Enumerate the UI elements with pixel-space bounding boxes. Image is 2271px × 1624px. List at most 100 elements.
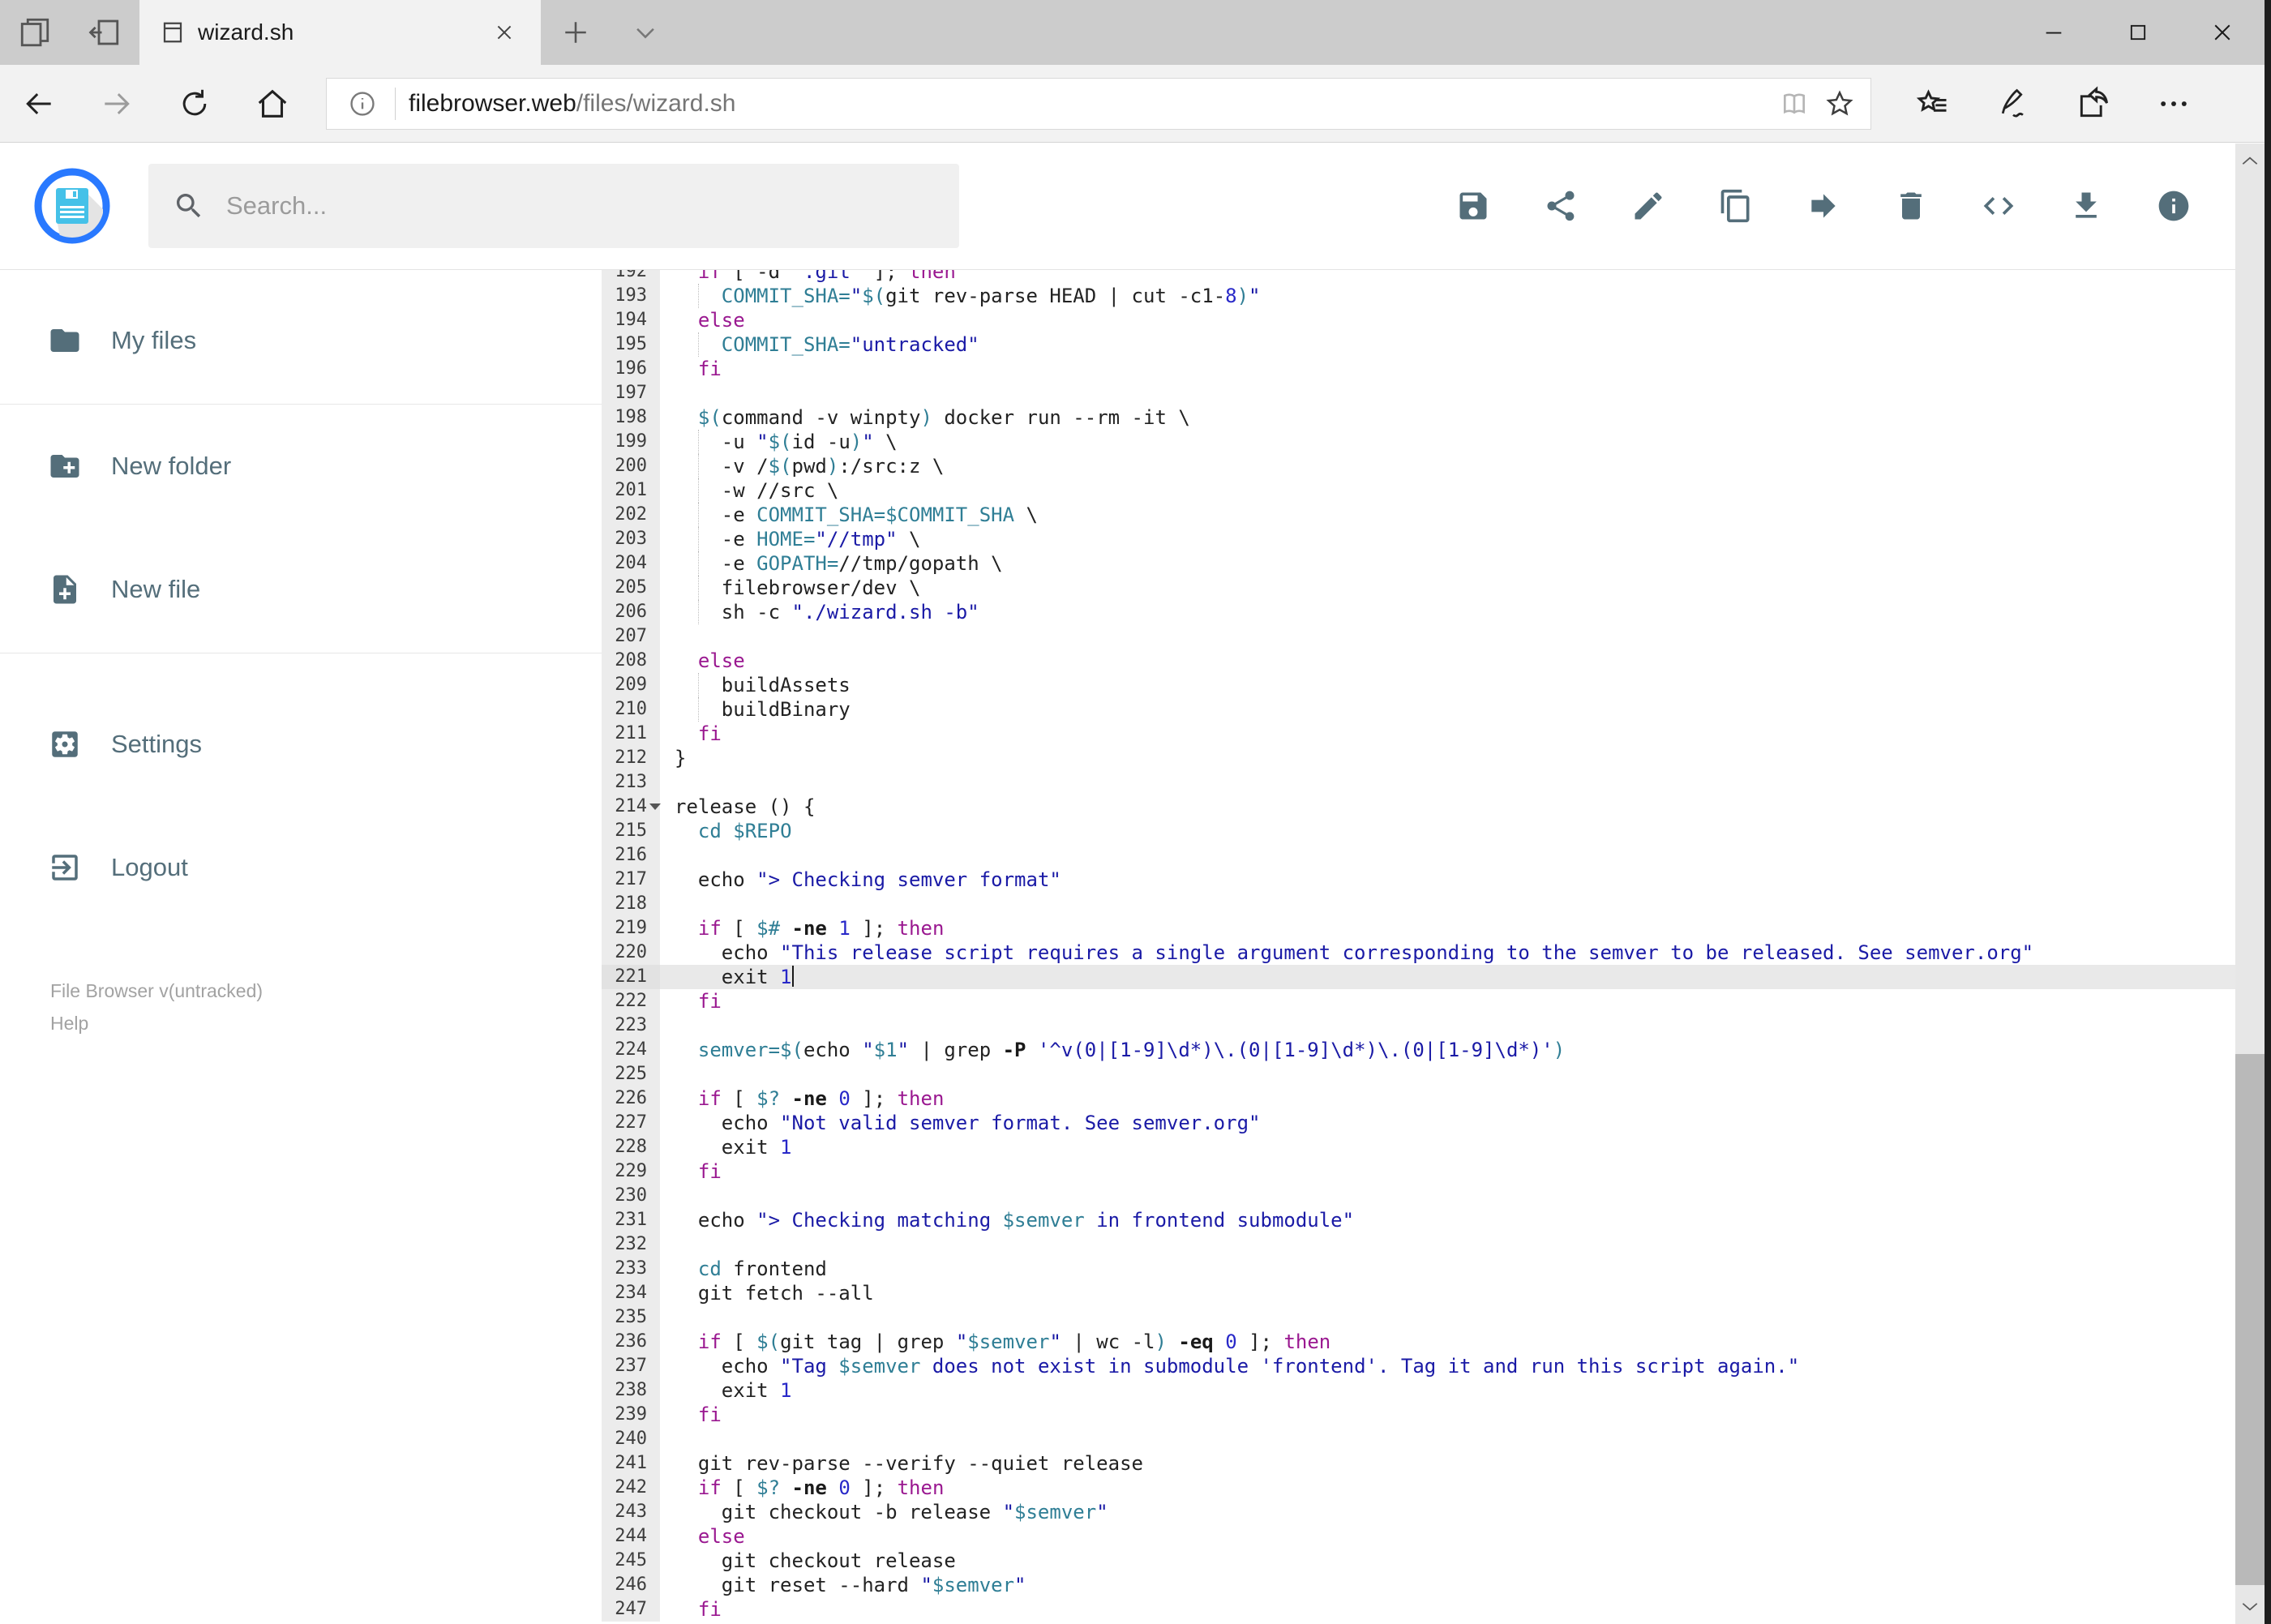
download-button[interactable] bbox=[2068, 188, 2104, 224]
code-line[interactable]: 221 exit 1 bbox=[602, 965, 2265, 989]
share-button[interactable] bbox=[1543, 188, 1579, 224]
code-line[interactable]: 215 cd $REPO bbox=[602, 819, 2265, 843]
page-scrollbar[interactable] bbox=[2235, 144, 2265, 1624]
scrollbar-thumb[interactable] bbox=[2235, 1054, 2265, 1585]
code-line[interactable]: 226 if [ $? -ne 0 ]; then bbox=[602, 1086, 2265, 1111]
code-line[interactable]: 207 bbox=[602, 624, 2265, 649]
code-line[interactable]: 217 echo "> Checking semver format" bbox=[602, 868, 2265, 892]
scroll-up-icon[interactable] bbox=[2235, 145, 2265, 178]
code-line[interactable]: 225 bbox=[602, 1062, 2265, 1086]
code-line[interactable]: 232 bbox=[602, 1232, 2265, 1257]
code-view-button[interactable] bbox=[1981, 188, 2016, 224]
code-line[interactable]: 204 -e GOPATH=//tmp/gopath \ bbox=[602, 551, 2265, 576]
annotate-pen-icon[interactable] bbox=[1973, 65, 2053, 143]
new-tab-icon[interactable] bbox=[541, 0, 611, 65]
hub-favorites-icon[interactable] bbox=[1892, 65, 1973, 143]
code-line[interactable]: 214 release () { bbox=[602, 795, 2265, 819]
code-line[interactable]: 192 if [ -d ".git" ]; then bbox=[602, 270, 2265, 284]
sidebar-item-new-file[interactable]: New file bbox=[0, 560, 602, 619]
maximize-icon[interactable] bbox=[2096, 0, 2180, 65]
code-line[interactable]: 198 $(command -v winpty) docker run --rm… bbox=[602, 405, 2265, 430]
tab-preview-icon[interactable] bbox=[0, 0, 70, 65]
code-line[interactable]: 239 fi bbox=[602, 1403, 2265, 1427]
code-line[interactable]: 230 bbox=[602, 1184, 2265, 1208]
code-line[interactable]: 203 -e HOME="//tmp" \ bbox=[602, 527, 2265, 551]
code-line[interactable]: 237 echo "Tag $semver does not exist in … bbox=[602, 1354, 2265, 1378]
reading-view-icon[interactable] bbox=[1772, 88, 1817, 120]
close-window-icon[interactable] bbox=[2180, 0, 2265, 65]
code-line[interactable]: 210 buildBinary bbox=[602, 697, 2265, 722]
code-line[interactable]: 246 git reset --hard "$semver" bbox=[602, 1573, 2265, 1597]
code-line[interactable]: 243 git checkout -b release "$semver" bbox=[602, 1500, 2265, 1524]
code-line[interactable]: 197 bbox=[602, 381, 2265, 405]
page-info-icon[interactable] bbox=[340, 88, 385, 119]
code-line[interactable]: 196 fi bbox=[602, 357, 2265, 381]
code-line[interactable]: 234 git fetch --all bbox=[602, 1281, 2265, 1305]
sidebar-item-new-folder[interactable]: New folder bbox=[0, 437, 602, 495]
code-line[interactable]: 244 else bbox=[602, 1524, 2265, 1549]
code-line[interactable]: 224 semver=$(echo "$1" | grep -P '^v(0|[… bbox=[602, 1038, 2265, 1062]
delete-button[interactable] bbox=[1893, 188, 1929, 224]
code-line[interactable]: 233 cd frontend bbox=[602, 1257, 2265, 1281]
edit-button[interactable] bbox=[1630, 188, 1666, 224]
code-line[interactable]: 218 bbox=[602, 892, 2265, 916]
sidebar-item-logout[interactable]: Logout bbox=[0, 838, 602, 897]
move-button[interactable] bbox=[1806, 188, 1841, 224]
code-line[interactable]: 231 echo "> Checking matching $semver in… bbox=[602, 1208, 2265, 1232]
code-line[interactable]: 205 filebrowser/dev \ bbox=[602, 576, 2265, 600]
copy-button[interactable] bbox=[1718, 188, 1754, 224]
code-line[interactable]: 229 fi bbox=[602, 1159, 2265, 1184]
sidebar-item-my-files[interactable]: My files bbox=[0, 311, 602, 370]
code-line[interactable]: 238 exit 1 bbox=[602, 1378, 2265, 1403]
search-box[interactable] bbox=[148, 164, 959, 248]
favorite-star-icon[interactable] bbox=[1817, 88, 1862, 120]
code-editor[interactable]: 192 if [ -d ".git" ]; then 193 COMMIT_SHA… bbox=[602, 270, 2265, 1622]
refresh-icon[interactable] bbox=[156, 65, 234, 143]
code-line[interactable]: 223 bbox=[602, 1013, 2265, 1038]
code-line[interactable]: 212} bbox=[602, 746, 2265, 770]
save-button[interactable] bbox=[1455, 188, 1491, 224]
code-line[interactable]: 236 if [ $(git tag | grep "$semver" | wc… bbox=[602, 1330, 2265, 1354]
home-icon[interactable] bbox=[234, 65, 311, 143]
help-link[interactable]: Help bbox=[50, 1007, 602, 1039]
forward-icon[interactable] bbox=[78, 65, 156, 143]
code-line[interactable]: 194 else bbox=[602, 308, 2265, 332]
more-menu-icon[interactable] bbox=[2133, 65, 2213, 143]
code-line[interactable]: 200 -v /$(pwd):/src:z \ bbox=[602, 454, 2265, 478]
minimize-icon[interactable] bbox=[2012, 0, 2096, 65]
share-page-icon[interactable] bbox=[2053, 65, 2133, 143]
code-line[interactable]: 220 echo "This release script requires a… bbox=[602, 941, 2265, 965]
code-line[interactable]: 235 bbox=[602, 1305, 2265, 1330]
back-icon[interactable] bbox=[0, 65, 78, 143]
sidebar-item-settings[interactable]: Settings bbox=[0, 715, 602, 773]
code-line[interactable]: 202 -e COMMIT_SHA=$COMMIT_SHA \ bbox=[602, 503, 2265, 527]
code-line[interactable]: 193 COMMIT_SHA="$(git rev-parse HEAD | c… bbox=[602, 284, 2265, 308]
code-line[interactable]: 227 echo "Not valid semver format. See s… bbox=[602, 1111, 2265, 1135]
code-line[interactable]: 247 fi bbox=[602, 1597, 2265, 1622]
url-bar[interactable]: filebrowser.web/files/wizard.sh bbox=[326, 77, 1871, 130]
code-line[interactable]: 242 if [ $? -ne 0 ]; then bbox=[602, 1476, 2265, 1500]
filebrowser-logo-icon[interactable] bbox=[33, 167, 111, 245]
code-line[interactable]: 213 bbox=[602, 770, 2265, 795]
code-line[interactable]: 195 COMMIT_SHA="untracked" bbox=[602, 332, 2265, 357]
set-aside-tabs-icon[interactable] bbox=[70, 0, 139, 65]
code-line[interactable]: 216 bbox=[602, 843, 2265, 868]
scroll-down-icon[interactable] bbox=[2235, 1590, 2265, 1622]
code-line[interactable]: 228 exit 1 bbox=[602, 1135, 2265, 1159]
code-line[interactable]: 211 fi bbox=[602, 722, 2265, 746]
code-line[interactable]: 219 if [ $# -ne 1 ]; then bbox=[602, 916, 2265, 941]
search-input[interactable] bbox=[226, 191, 935, 221]
code-line[interactable]: 222 fi bbox=[602, 989, 2265, 1013]
fold-arrow-icon[interactable] bbox=[649, 803, 661, 816]
code-line[interactable]: 208 else bbox=[602, 649, 2265, 673]
code-line[interactable]: 201 -w //src \ bbox=[602, 478, 2265, 503]
code-line[interactable]: 206 sh -c "./wizard.sh -b" bbox=[602, 600, 2265, 624]
code-line[interactable]: 240 bbox=[602, 1427, 2265, 1451]
code-line[interactable]: 245 git checkout release bbox=[602, 1549, 2265, 1573]
browser-tab[interactable]: wizard.sh bbox=[139, 0, 541, 65]
info-button[interactable] bbox=[2156, 188, 2192, 224]
tab-dropdown-icon[interactable] bbox=[611, 0, 680, 65]
tab-close-icon[interactable] bbox=[482, 22, 526, 43]
code-line[interactable]: 209 buildAssets bbox=[602, 673, 2265, 697]
code-line[interactable]: 199 -u "$(id -u)" \ bbox=[602, 430, 2265, 454]
